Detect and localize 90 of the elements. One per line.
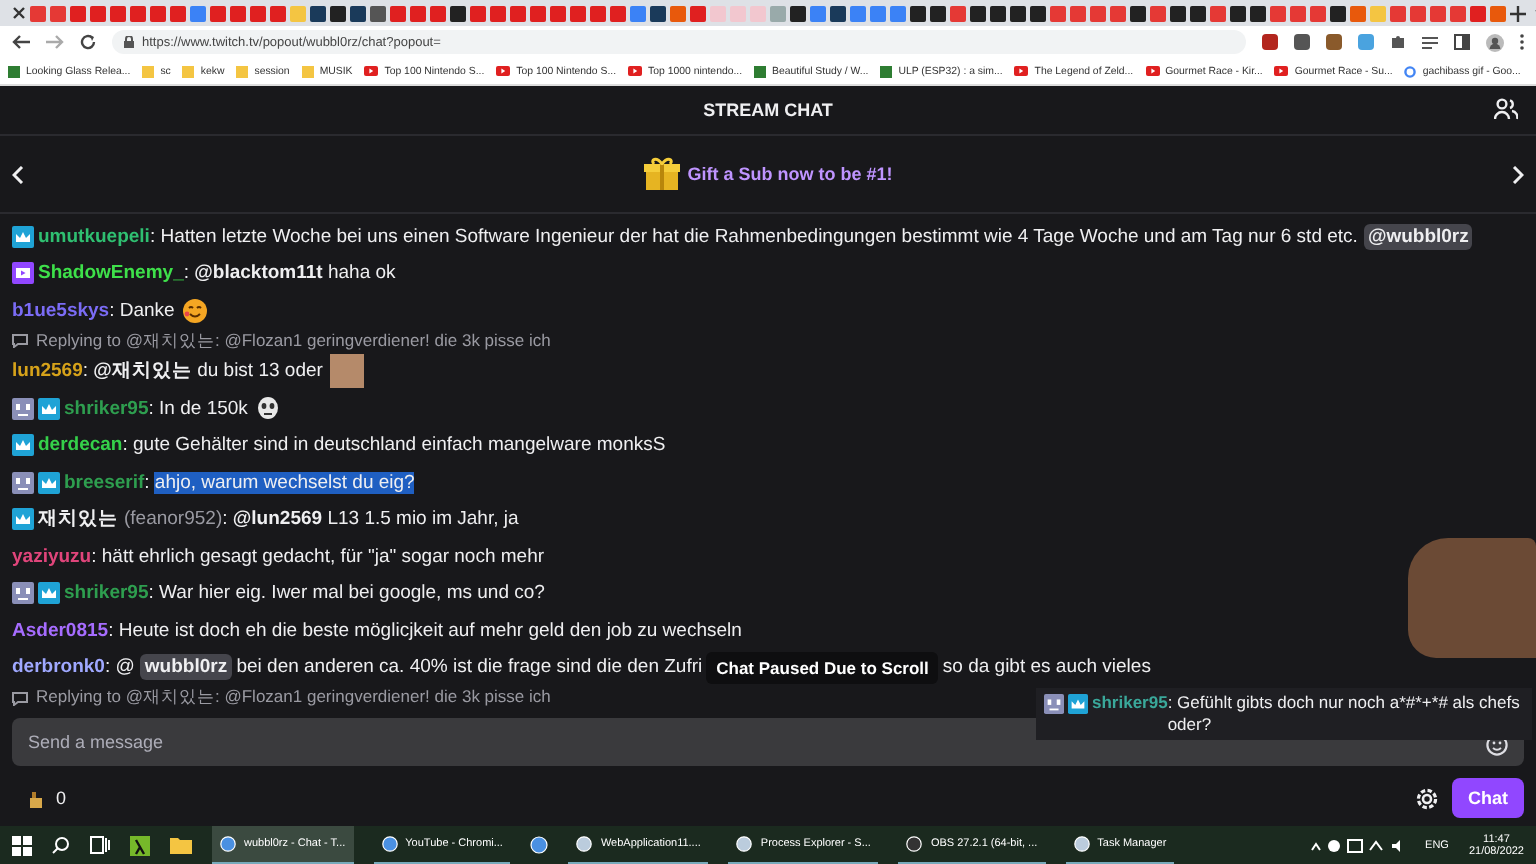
tray-icons-drawing[interactable]	[1309, 837, 1406, 853]
channel-points-icon[interactable]	[28, 789, 44, 807]
play-icon	[364, 66, 379, 76]
robot-badge-icon	[12, 471, 34, 494]
message-text: : In de 150k	[148, 397, 248, 420]
message-text: : gute Gehälter sind in deutschland einfach mangelware monksS	[122, 434, 666, 457]
chat-username[interactable]: 재치있는	[38, 506, 118, 533]
message-text: : Hatten letzte Woche bei uns einen Software Ingenieur der hat die Rahmenbedingungen bestimmt wie 4 Tage Woche und am Tag nur 6 std etc.	[149, 225, 1358, 248]
chat-paused-notice[interactable]: Chat Paused Due to Scroll	[706, 651, 939, 684]
app-icon	[906, 836, 923, 852]
back-icon[interactable]	[12, 34, 30, 50]
gift-sub-banner-text[interactable]: Gift a Sub now to be #1!	[687, 164, 893, 184]
chat-username[interactable]: yaziyuzu	[12, 545, 92, 568]
profile-icon[interactable]	[1486, 33, 1504, 51]
message-text: bei den anderen ca. 40% ist die frage sind die den Zufri	[234, 656, 703, 679]
crown-badge-icon	[1068, 693, 1088, 713]
screen-badge-icon	[12, 262, 34, 285]
app-icon	[736, 836, 753, 852]
search-icon[interactable]	[52, 836, 70, 854]
close-icon[interactable]	[12, 6, 26, 20]
chat-username[interactable]: Asder0815	[12, 619, 109, 642]
lock-icon	[124, 36, 134, 48]
points-count: 0	[56, 788, 67, 808]
users-icon[interactable]	[1494, 98, 1518, 120]
login-name: (feanor952)	[124, 508, 223, 531]
chat-username[interactable]: b1ue5skys	[12, 299, 110, 322]
windows-start-icon[interactable]	[12, 835, 32, 855]
app-icon	[576, 836, 593, 852]
browser-app-icon[interactable]	[530, 836, 549, 854]
play-icon	[496, 66, 511, 76]
app-icon	[220, 836, 236, 852]
message-text: : @blacktom11t haha ok	[183, 262, 396, 285]
chat-username[interactable]: breeserif	[64, 471, 145, 494]
crown-badge-icon	[12, 434, 34, 457]
chat-username[interactable]: umutkuepeli	[38, 225, 150, 248]
task-view-icon[interactable]	[90, 836, 110, 854]
crown-badge-icon	[38, 582, 60, 605]
chat-username[interactable]: derbronk0	[12, 656, 105, 679]
message-text: : @lun2569 L13 1.5 mio im Jahr, ja	[222, 508, 519, 531]
chat-username[interactable]: derdecan	[38, 434, 123, 457]
chat-username[interactable]: shriker95	[64, 397, 149, 420]
robot-badge-icon	[1044, 693, 1064, 713]
app-icon	[1073, 836, 1090, 852]
reload-icon[interactable]	[80, 34, 96, 50]
gift-icon	[643, 156, 680, 192]
message-text: : @	[104, 656, 135, 679]
chat-username: shriker95	[1092, 692, 1168, 714]
settings-icon[interactable]	[1414, 785, 1440, 811]
message-text: : Danke	[109, 299, 175, 322]
reply-icon	[12, 691, 28, 705]
chat-username[interactable]: ShadowEnemy_	[38, 262, 184, 285]
chevron-right-icon[interactable]	[1511, 165, 1524, 183]
list-icon[interactable]	[1422, 35, 1438, 49]
message-text: : hätt ehrlich gesagt gedacht, für "ja" sogar noch mehr	[91, 545, 545, 568]
reply-text: Replying to @재치있는: @Flozan1 geringverdiener! die 3k pisse ich	[36, 686, 551, 710]
message-text: :	[144, 471, 152, 494]
play-icon	[1145, 66, 1160, 76]
reply-icon	[12, 334, 28, 348]
crown-badge-icon	[38, 397, 60, 420]
photo-placeholder	[330, 354, 365, 389]
selected-message-text: ahjo, warum wechselst du eig?	[154, 471, 415, 494]
play-icon	[1014, 66, 1029, 76]
message-text: : War hier eig. Iwer mal bei google, ms und co?	[148, 582, 545, 605]
forward-icon[interactable]	[46, 34, 64, 50]
mention-chip[interactable]: wubbl0rz	[140, 654, 232, 681]
robot-badge-icon	[12, 397, 34, 420]
message-text: : @재치있는 du bist 13 oder	[82, 358, 323, 385]
robot-badge-icon	[12, 582, 34, 605]
play-icon	[628, 66, 643, 76]
chat-button[interactable]: Chat	[1452, 778, 1524, 818]
play-icon	[1274, 66, 1289, 76]
sidebar-icon[interactable]	[1454, 34, 1470, 50]
smiley-emote-icon	[182, 297, 209, 324]
photo-placeholder	[1408, 538, 1536, 658]
chat-username[interactable]: lun2569	[12, 360, 83, 383]
message-text: : Heute ist doch eh die beste möglicjkeit auf mehr geld den job zu wechseln	[108, 619, 742, 642]
crown-badge-icon	[12, 508, 34, 531]
app-icon	[381, 836, 398, 852]
search-logo-icon	[1404, 65, 1417, 77]
reply-text: Replying to @재치있는: @Flozan1 geringverdiener! die 3k pisse ich	[36, 329, 551, 353]
crown-badge-icon	[38, 471, 60, 494]
new-tab-icon[interactable]	[1510, 5, 1526, 21]
mask-emote-icon	[255, 396, 280, 421]
lambda-app-icon[interactable]	[130, 835, 150, 855]
chat-title: STREAM CHAT	[703, 100, 833, 120]
crown-badge-icon	[12, 225, 34, 248]
mention-chip[interactable]: @wubbl0rz	[1363, 223, 1473, 250]
chat-username[interactable]: shriker95	[64, 582, 149, 605]
chevron-left-icon[interactable]	[12, 165, 24, 183]
message-text: so da gibt es auch vieles	[942, 656, 1151, 679]
